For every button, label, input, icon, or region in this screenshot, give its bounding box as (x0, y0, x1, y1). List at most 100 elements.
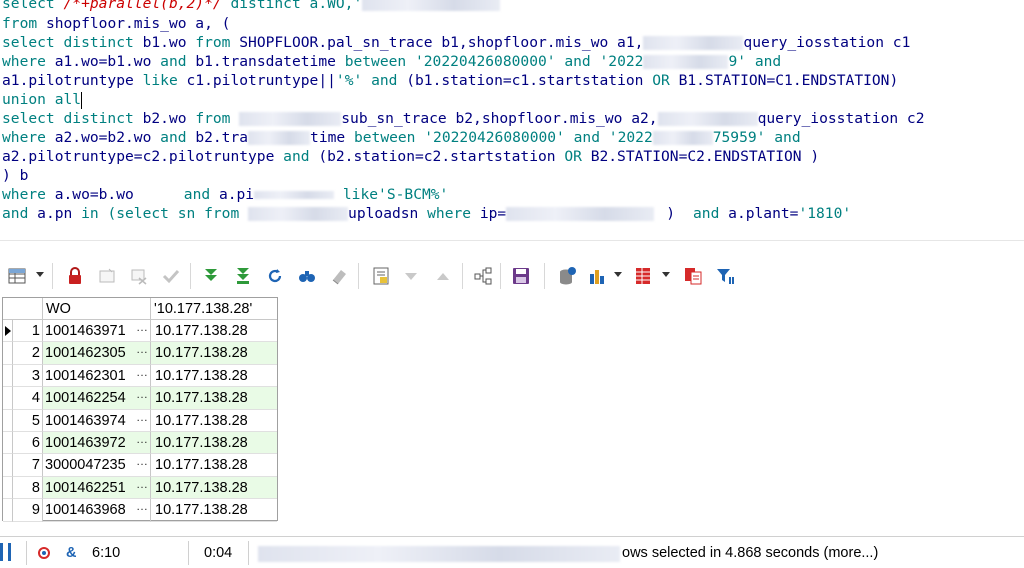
cell-ip[interactable]: 10.177.138.28 (151, 499, 277, 522)
export-icon[interactable] (556, 265, 578, 287)
column-header-wo[interactable]: WO (43, 298, 151, 320)
sql-token: and (283, 148, 319, 165)
sql-token: a1.wo=b1.wo (54, 53, 161, 70)
sort-up-icon[interactable] (432, 265, 454, 287)
cell-ellipsis-button[interactable]: … (136, 406, 148, 428)
sql-token: b2.tra (195, 129, 249, 146)
sql-token: from (204, 205, 249, 222)
sql-token: OR (652, 72, 679, 89)
cell-wo[interactable]: 1001462254… (43, 387, 151, 410)
table-row[interactable]: 9 1001463968… 10.177.138.28 (3, 499, 277, 522)
sql-token: a1.pilotruntype (2, 72, 143, 89)
cell-ip[interactable]: 10.177.138.28 (151, 365, 277, 388)
chevron-down-icon[interactable] (662, 272, 670, 277)
cell-ellipsis-button[interactable]: … (136, 338, 148, 360)
sql-line-9: a2.pilotruntype=c2.pilotruntype and (b2.… (2, 147, 819, 166)
sql-token: time (310, 129, 354, 146)
sql-token: a.plant= (728, 205, 799, 222)
chart-icon[interactable] (586, 265, 608, 287)
sql-token: where (2, 186, 55, 203)
sql-token: select distinct (2, 110, 143, 127)
record-view-icon[interactable] (370, 265, 392, 287)
sql-token: query_iosstation c1 (743, 34, 911, 51)
sql-token: (b2.station=c2.startstation (318, 148, 565, 165)
column-header-ip[interactable]: '10.177.138.28' (151, 298, 277, 320)
fetch-next-icon[interactable] (200, 265, 222, 287)
sql-line-1: select /*+parallel(b,2)*/ distinct a.WO,… (2, 0, 501, 13)
cell-value: 10.177.138.28 (155, 412, 248, 429)
chevron-down-icon[interactable] (36, 272, 44, 277)
cell-ip[interactable]: 10.177.138.28 (151, 454, 277, 477)
cell-ip[interactable]: 10.177.138.28 (151, 476, 277, 500)
sql-token: and (774, 129, 801, 146)
cell-ellipsis-button[interactable]: … (136, 428, 148, 450)
grid-menu-icon[interactable] (6, 265, 28, 287)
ampersand-icon: & (66, 545, 77, 561)
cell-wo[interactable]: 1001463972… (43, 432, 151, 455)
save-icon[interactable] (510, 265, 532, 287)
sql-token: B1.STATION=C1.ENDSTATION) (678, 72, 899, 89)
toolbar-separator (52, 263, 53, 289)
cell-ip[interactable]: 10.177.138.28 (151, 320, 277, 343)
sql-token: 75959' (712, 129, 775, 146)
cell-ellipsis-button[interactable]: … (136, 316, 148, 338)
cell-value: 3000047235 (45, 457, 126, 474)
row-indicator (3, 364, 13, 388)
sql-token: union all (2, 91, 82, 108)
row-indicator (3, 476, 13, 500)
cell-ellipsis-button[interactable]: … (136, 383, 148, 405)
fetch-last-icon[interactable] (232, 265, 254, 287)
status-separator (248, 541, 249, 565)
sql-token: and (160, 129, 196, 146)
refresh-icon[interactable] (264, 265, 286, 287)
status-message[interactable]: ows selected in 4.868 seconds (more...) (622, 545, 878, 561)
row-number-header (3, 298, 43, 320)
sql-line-4: where a1.wo=b1.wo and b1.transdatetime b… (2, 52, 781, 71)
cell-value: 1001462251 (45, 479, 126, 496)
cell-wo[interactable]: 1001462251 … (43, 476, 151, 500)
cell-wo[interactable]: 1001463968… (43, 499, 151, 522)
cell-wo[interactable]: 1001463971… (43, 320, 151, 343)
chevron-down-icon[interactable] (614, 272, 622, 277)
grid-options-icon[interactable] (632, 265, 654, 287)
find-icon[interactable] (296, 265, 318, 287)
filter-icon[interactable] (714, 265, 736, 287)
cell-value: 1001463972 (45, 435, 126, 451)
cell-wo[interactable]: 1001462305… (43, 342, 151, 365)
sort-down-icon[interactable] (400, 265, 422, 287)
cell-wo[interactable]: 3000047235… (43, 454, 151, 477)
sql-editor[interactable]: select /*+parallel(b,2)*/ distinct a.WO,… (0, 0, 1024, 240)
cell-ip[interactable]: 10.177.138.28 (151, 410, 277, 432)
cell-wo[interactable]: 1001463974… (43, 409, 151, 432)
sql-token: shopfloor.mis_wo a, ( (45, 15, 231, 32)
cell-ellipsis-button[interactable]: … (136, 450, 148, 472)
row-number: 8 (13, 476, 43, 500)
cell-ellipsis-button[interactable]: … (136, 473, 148, 495)
editor-results-splitter[interactable] (0, 240, 1024, 256)
insert-record-icon[interactable] (96, 265, 118, 287)
link-tree-icon[interactable] (472, 265, 494, 287)
post-edit-icon[interactable] (160, 265, 182, 287)
sql-token: ) (666, 205, 675, 222)
cell-ip[interactable]: 10.177.138.28 (151, 342, 277, 365)
cell-ellipsis-button[interactable]: … (136, 361, 148, 383)
cell-value: 10.177.138.28 (155, 367, 248, 384)
compare-icon[interactable] (682, 265, 704, 287)
sql-token: from (195, 110, 240, 127)
row-number: 9 (13, 499, 43, 522)
sql-token: in (81, 205, 108, 222)
delete-record-icon[interactable] (128, 265, 150, 287)
cell-ip[interactable]: 10.177.138.28 (151, 432, 277, 455)
cell-wo[interactable]: 1001462301… (43, 364, 151, 388)
sql-token: c1.pilotruntype|| (186, 72, 336, 89)
result-grid[interactable]: WO '10.177.138.28' 1 1001463971… 10.177.13… (2, 297, 278, 522)
clear-icon[interactable] (328, 265, 350, 287)
sql-token: like (142, 72, 187, 89)
cell-ip[interactable]: 10.177.138.28 (151, 387, 277, 410)
row-indicator (3, 454, 13, 477)
cell-ellipsis-button[interactable]: … (136, 495, 148, 517)
lock-icon[interactable] (64, 265, 86, 287)
toolbar-separator (500, 263, 501, 289)
sql-hint-comment: /*+parallel(b,2)*/ (63, 0, 222, 12)
sql-token: '2022 (599, 53, 644, 70)
